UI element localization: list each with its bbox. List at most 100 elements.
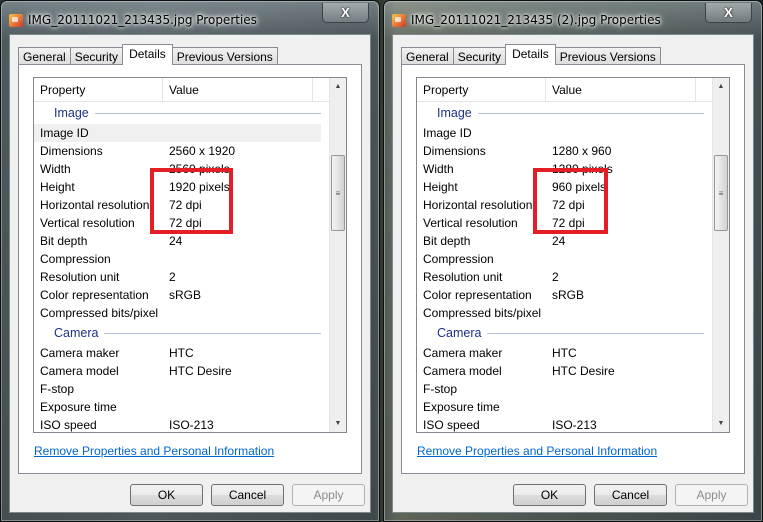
- list-item[interactable]: Image ID: [34, 124, 321, 142]
- list-item[interactable]: F-stop: [417, 380, 712, 398]
- cancel-button[interactable]: Cancel: [594, 484, 667, 506]
- list-item[interactable]: Resolution unit 2: [417, 268, 712, 286]
- grip-icon: ≡: [718, 188, 724, 198]
- column-header-value[interactable]: Value: [546, 78, 696, 102]
- list-item[interactable]: Image ID: [417, 124, 712, 142]
- property-name: Image ID: [423, 126, 472, 140]
- tab-general[interactable]: General: [401, 47, 454, 65]
- list-item[interactable]: Dimensions 1280 x 960: [417, 142, 712, 160]
- details-panel: Property Value Image Image ID Dimensions…: [18, 64, 362, 474]
- list-item[interactable]: Compressed bits/pixel: [34, 304, 329, 322]
- column-header-value[interactable]: Value: [163, 78, 313, 102]
- list-item[interactable]: Compressed bits/pixel: [417, 304, 712, 322]
- close-button[interactable]: X: [322, 3, 369, 23]
- list-item[interactable]: Camera model HTC Desire: [417, 362, 712, 380]
- list-item[interactable]: Camera maker HTC: [34, 344, 329, 362]
- list-item[interactable]: ISO speed ISO-213: [417, 416, 712, 432]
- image-file-icon: [392, 13, 406, 27]
- vertical-scrollbar[interactable]: ▲ ≡ ▼: [712, 78, 729, 432]
- ok-button[interactable]: OK: [513, 484, 586, 506]
- grip-icon: ≡: [335, 188, 341, 198]
- remove-properties-link[interactable]: Remove Properties and Personal Informati…: [417, 444, 657, 458]
- property-value: HTC Desire: [552, 364, 615, 378]
- property-value: 72 dpi: [169, 216, 202, 230]
- list-item[interactable]: Color representation sRGB: [417, 286, 712, 304]
- tab-previous-versions[interactable]: Previous Versions: [171, 47, 278, 65]
- list-item[interactable]: Height 1920 pixels: [34, 178, 329, 196]
- property-value: HTC: [552, 346, 577, 360]
- vertical-scrollbar[interactable]: ▲ ≡ ▼: [329, 78, 346, 432]
- scroll-up-icon[interactable]: ▲: [330, 78, 346, 95]
- list-item[interactable]: Width 2560 pixels: [34, 160, 329, 178]
- list-item[interactable]: Horizontal resolution 72 dpi: [34, 196, 329, 214]
- group-label: Image: [437, 106, 472, 120]
- property-value: sRGB: [169, 288, 202, 302]
- tab-security[interactable]: Security: [69, 47, 124, 65]
- property-name: Width: [423, 162, 454, 176]
- tab-general[interactable]: General: [18, 47, 71, 65]
- tab-details[interactable]: Details: [505, 44, 556, 65]
- list-item[interactable]: Vertical resolution 72 dpi: [417, 214, 712, 232]
- list-item[interactable]: F-stop: [34, 380, 329, 398]
- cancel-button[interactable]: Cancel: [211, 484, 284, 506]
- scrollbar-thumb[interactable]: ≡: [714, 155, 728, 231]
- tab-details[interactable]: Details: [122, 44, 173, 65]
- property-name: Exposure time: [40, 400, 117, 414]
- property-value: 24: [552, 234, 566, 248]
- property-list[interactable]: Property Value Image Image ID Dimensions…: [416, 77, 730, 433]
- list-item[interactable]: Resolution unit 2: [34, 268, 329, 286]
- scrollbar-thumb[interactable]: ≡: [331, 155, 345, 231]
- list-item[interactable]: Exposure time: [417, 398, 712, 416]
- dialog-buttons: OK Cancel Apply: [513, 484, 748, 506]
- list-item[interactable]: Bit depth 24: [34, 232, 329, 250]
- property-value: 2560 pixels: [169, 162, 230, 176]
- tab-security[interactable]: Security: [452, 47, 507, 65]
- property-value: 72 dpi: [552, 216, 585, 230]
- dialog-buttons: OK Cancel Apply: [130, 484, 365, 506]
- list-item[interactable]: Exposure time: [34, 398, 329, 416]
- list-item[interactable]: Compression: [34, 250, 329, 268]
- apply-button[interactable]: Apply: [292, 484, 365, 506]
- list-item[interactable]: Bit depth 24: [417, 232, 712, 250]
- list-item[interactable]: Color representation sRGB: [34, 286, 329, 304]
- remove-properties-link[interactable]: Remove Properties and Personal Informati…: [34, 444, 274, 458]
- column-header-property[interactable]: Property: [417, 78, 546, 102]
- ok-button[interactable]: OK: [130, 484, 203, 506]
- list-item[interactable]: Camera maker HTC: [417, 344, 712, 362]
- title-bar[interactable]: IMG_20111021_213435 (2).jpg Properties X: [392, 3, 754, 31]
- scroll-down-icon[interactable]: ▼: [713, 415, 729, 432]
- close-button[interactable]: X: [705, 3, 752, 23]
- close-icon: X: [724, 5, 733, 20]
- list-item[interactable]: ISO speed ISO-213: [34, 416, 329, 432]
- list-item[interactable]: Height 960 pixels: [417, 178, 712, 196]
- close-icon: X: [341, 5, 350, 20]
- column-header-spacer: [313, 78, 329, 102]
- list-item[interactable]: Compression: [417, 250, 712, 268]
- property-value: 1920 pixels: [169, 180, 230, 194]
- window-title: IMG_20111021_213435.jpg Properties: [28, 13, 257, 27]
- property-list[interactable]: Property Value Image Image ID Dimensions…: [33, 77, 347, 433]
- list-item[interactable]: Camera model HTC Desire: [34, 362, 329, 380]
- apply-button[interactable]: Apply: [675, 484, 748, 506]
- list-item[interactable]: Horizontal resolution 72 dpi: [417, 196, 712, 214]
- property-name: Color representation: [40, 288, 149, 302]
- group-header-camera: Camera: [34, 322, 321, 344]
- list-item[interactable]: Width 1280 pixels: [417, 160, 712, 178]
- group-divider: [104, 332, 321, 334]
- property-name: Compressed bits/pixel: [40, 306, 159, 320]
- scroll-up-icon[interactable]: ▲: [713, 78, 729, 95]
- title-bar[interactable]: IMG_20111021_213435.jpg Properties X: [9, 3, 371, 31]
- tab-previous-versions[interactable]: Previous Versions: [554, 47, 661, 65]
- scroll-down-icon[interactable]: ▼: [330, 415, 346, 432]
- property-name: Resolution unit: [423, 270, 503, 284]
- property-name: Height: [423, 180, 458, 194]
- group-header-image: Image: [34, 102, 321, 124]
- list-item[interactable]: Dimensions 2560 x 1920: [34, 142, 329, 160]
- property-value: 72 dpi: [169, 198, 202, 212]
- list-item[interactable]: Vertical resolution 72 dpi: [34, 214, 329, 232]
- property-name: Bit depth: [40, 234, 88, 248]
- property-name: Bit depth: [423, 234, 471, 248]
- column-header-property[interactable]: Property: [34, 78, 163, 102]
- property-name: Horizontal resolution: [40, 198, 150, 212]
- group-header-camera: Camera: [417, 322, 704, 344]
